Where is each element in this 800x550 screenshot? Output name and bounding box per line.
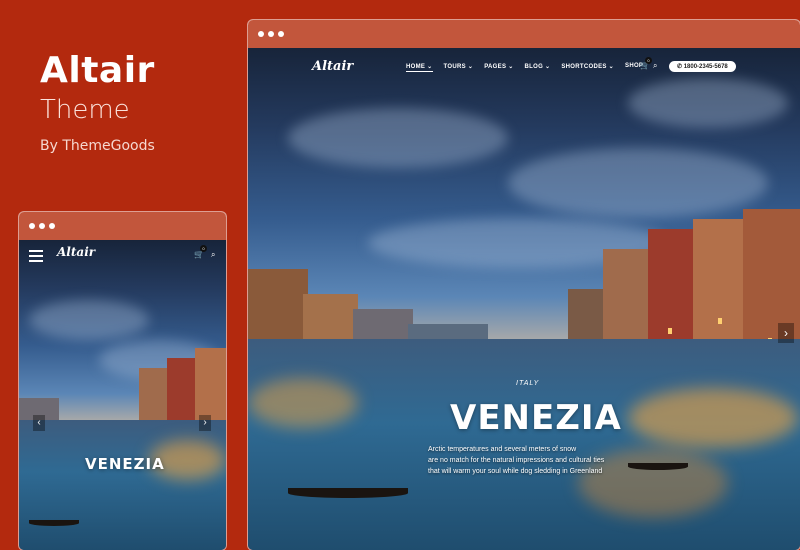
chevron-left-icon[interactable]: ‹	[33, 415, 45, 431]
promo-subtitle: Theme	[40, 95, 130, 125]
cloud	[508, 148, 768, 218]
chevron-right-icon[interactable]: ›	[199, 415, 211, 431]
desktop-preview-window: Altair HOME ⌄ TOURS ⌄ PAGES ⌄ BLOG ⌄ SHO…	[248, 20, 800, 550]
window-light	[718, 318, 722, 324]
menu-item-home[interactable]: HOME ⌄	[406, 63, 433, 72]
main-menu: HOME ⌄ TOURS ⌄ PAGES ⌄ BLOG ⌄ SHORTCODES…	[406, 63, 643, 72]
cart-count-badge: 0	[645, 57, 652, 64]
window-dot	[29, 223, 35, 229]
window-dot	[49, 223, 55, 229]
desktop-hero-scene: Altair HOME ⌄ TOURS ⌄ PAGES ⌄ BLOG ⌄ SHO…	[248, 48, 800, 550]
promo-title: Altair	[40, 50, 155, 91]
window-dot	[268, 31, 274, 37]
site-logo[interactable]: Altair	[57, 245, 95, 259]
window-light	[668, 328, 672, 334]
hero-description-line: Arctic temperatures and several meters o…	[428, 446, 577, 453]
canal-water	[19, 419, 226, 550]
phone-number: 1800-2345-5678	[683, 64, 728, 70]
gondola	[29, 520, 79, 526]
phone-icon: ✆	[677, 64, 684, 70]
light-reflection	[628, 388, 798, 448]
search-icon[interactable]: ⌕	[653, 61, 657, 71]
cloud	[29, 300, 149, 340]
hero-title: VENEZIA	[85, 455, 165, 473]
hero-description-line: that will warm your soul while dog sledd…	[428, 468, 603, 475]
desktop-window-titlebar	[248, 20, 800, 48]
desktop-navbar: Altair HOME ⌄ TOURS ⌄ PAGES ⌄ BLOG ⌄ SHO…	[248, 48, 800, 86]
mobile-window-titlebar	[19, 212, 226, 240]
window-dot	[39, 223, 45, 229]
cloud	[288, 108, 508, 168]
gondola	[288, 488, 408, 498]
menu-item-shortcodes[interactable]: SHORTCODES ⌄	[561, 63, 614, 72]
menu-item-tours[interactable]: TOURS ⌄	[444, 63, 474, 72]
hero-title: VENEZIA	[450, 398, 622, 438]
hero-eyebrow: ITALY	[516, 380, 540, 387]
search-icon[interactable]: ⌕	[211, 250, 215, 260]
site-logo[interactable]: Altair	[312, 59, 353, 74]
window-dot	[258, 31, 264, 37]
mobile-hero-scene: Altair 🛒 0 ⌕ ‹ › VENEZIA	[19, 240, 226, 550]
mobile-preview-window: Altair 🛒 0 ⌕ ‹ › VENEZIA	[19, 212, 226, 550]
hero-description: Arctic temperatures and several meters o…	[428, 444, 648, 477]
cart-count-badge: 0	[200, 245, 207, 252]
phone-button[interactable]: ✆ 1800-2345-5678	[669, 61, 736, 72]
window-dot	[278, 31, 284, 37]
menu-item-pages[interactable]: PAGES ⌄	[484, 63, 513, 72]
hamburger-icon[interactable]	[29, 250, 43, 265]
menu-item-blog[interactable]: BLOG ⌄	[525, 63, 551, 72]
promo-byline: By ThemeGoods	[40, 138, 155, 154]
chevron-right-icon[interactable]: ›	[778, 323, 794, 343]
light-reflection	[248, 378, 358, 428]
hero-description-line: are no match for the natural impressions…	[428, 457, 605, 464]
